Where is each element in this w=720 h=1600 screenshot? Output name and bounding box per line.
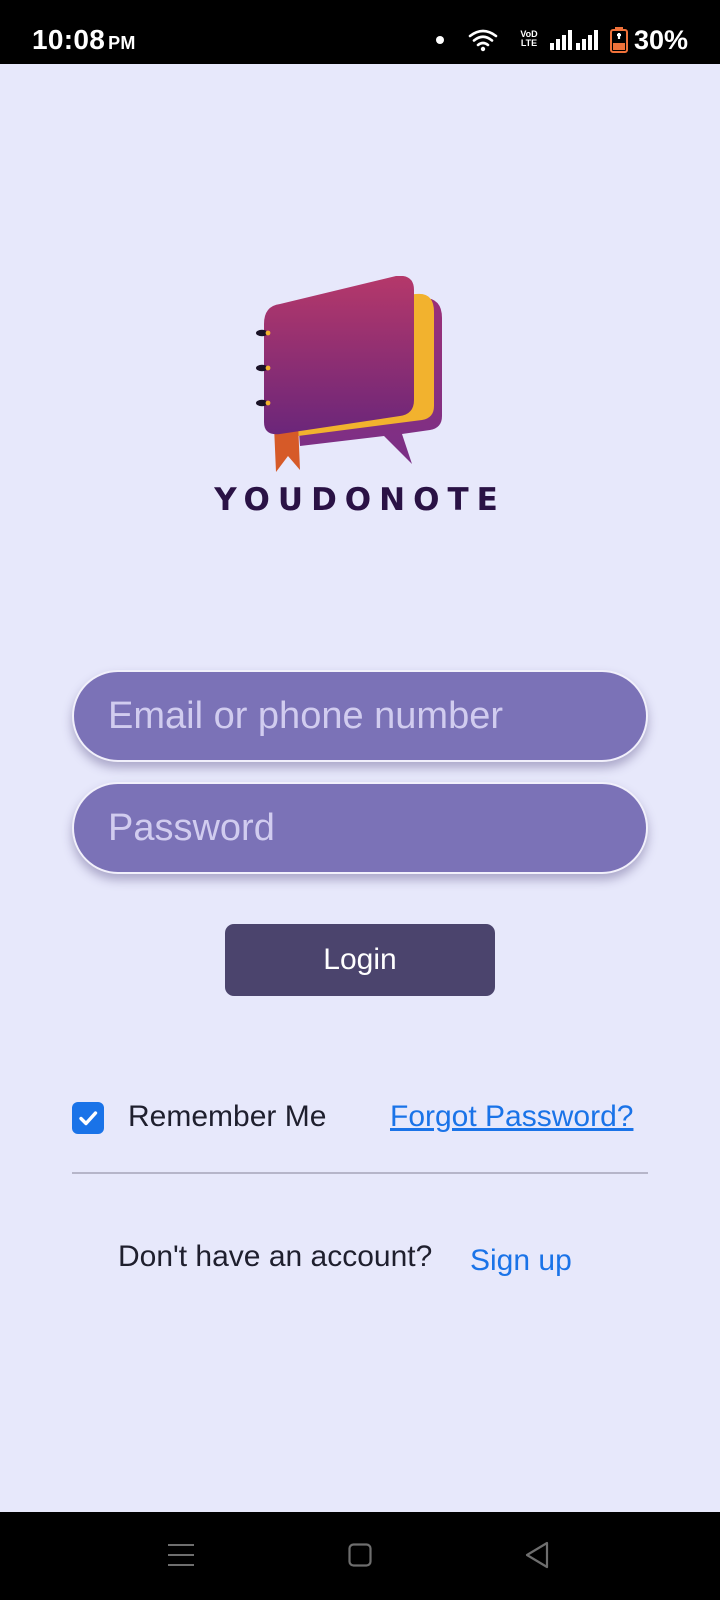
battery-charging-icon bbox=[610, 27, 628, 53]
password-field[interactable] bbox=[72, 782, 648, 874]
home-icon[interactable] bbox=[348, 1543, 372, 1567]
notebook-chat-bubble-logo bbox=[256, 276, 442, 472]
status-time-value: 10:08 bbox=[32, 24, 106, 55]
volte-icon: VoD LTE bbox=[517, 30, 541, 50]
checkmark-icon bbox=[79, 1111, 98, 1126]
remember-me-label[interactable]: Remember Me bbox=[128, 1100, 326, 1134]
brand-name: YOUDONOTE bbox=[214, 482, 506, 518]
remember-me-checkbox[interactable] bbox=[72, 1102, 104, 1134]
menu-icon[interactable] bbox=[168, 1543, 194, 1567]
status-ampm: PM bbox=[108, 33, 136, 53]
battery-percent: 30% bbox=[634, 25, 689, 55]
network-label: VoD LTE bbox=[520, 29, 538, 48]
status-time: 10:08 PM bbox=[32, 24, 136, 56]
signal-icon bbox=[550, 30, 572, 50]
login-button[interactable]: Login bbox=[225, 924, 495, 996]
status-bar: 10:08 PM VoD LTE 30% bbox=[0, 0, 720, 64]
wifi-icon bbox=[468, 29, 498, 52]
sign-up-link[interactable]: Sign up bbox=[470, 1244, 572, 1278]
email-field[interactable] bbox=[72, 670, 648, 762]
no-account-prompt: Don't have an account? bbox=[118, 1240, 433, 1273]
password-input[interactable] bbox=[74, 784, 646, 872]
forgot-password-link[interactable]: Forgot Password? bbox=[390, 1100, 633, 1134]
back-icon[interactable] bbox=[524, 1541, 550, 1569]
notification-dot-icon bbox=[436, 36, 444, 44]
divider bbox=[72, 1172, 648, 1174]
email-input[interactable] bbox=[74, 672, 646, 760]
signal-icon bbox=[576, 30, 598, 50]
